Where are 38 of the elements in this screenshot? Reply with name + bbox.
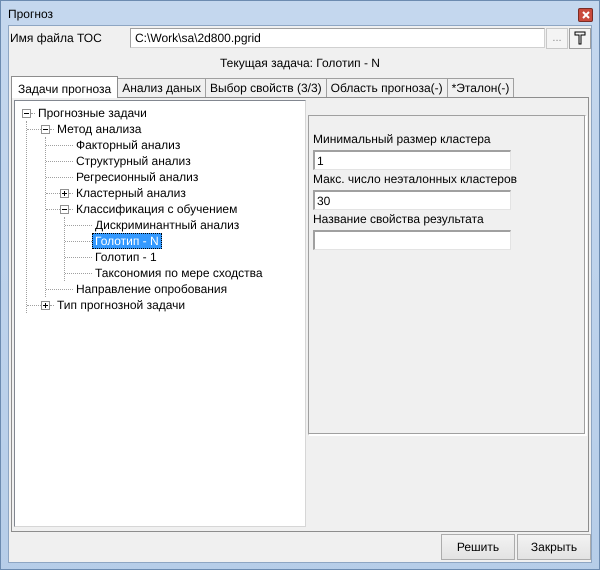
tab[interactable]: *Эталон(-) xyxy=(446,78,514,97)
field-label: Минимальный размер кластера xyxy=(313,132,492,146)
tree-item[interactable]: Направление опробования xyxy=(73,281,230,297)
pin-icon xyxy=(574,31,586,45)
expand-icon[interactable] xyxy=(60,188,69,198)
tree-item[interactable]: Факторный анализ xyxy=(73,137,184,153)
tree-item[interactable]: Прогнозные задачи xyxy=(35,105,150,121)
collapse-icon[interactable] xyxy=(41,124,50,134)
tree-item[interactable]: Метод анализа xyxy=(54,121,144,137)
close-button[interactable] xyxy=(578,8,593,22)
input-field[interactable]: 1 xyxy=(313,150,511,170)
input-field[interactable]: 30 xyxy=(313,190,511,210)
expand-icon[interactable] xyxy=(41,300,50,310)
tree-item[interactable]: Кластерный анализ xyxy=(73,185,189,201)
tab[interactable]: Область прогноза(-) xyxy=(326,78,448,97)
collapse-icon[interactable] xyxy=(60,204,69,214)
tree-item[interactable]: Классификация с обучением xyxy=(73,201,240,217)
tab[interactable]: Анализ даных xyxy=(117,78,206,97)
dialog-button[interactable]: Решить xyxy=(441,534,515,560)
field-label: Название свойства результата xyxy=(313,212,485,226)
tab[interactable]: Задачи прогноза xyxy=(11,76,118,98)
input-field[interactable] xyxy=(313,230,511,250)
dialog-button[interactable]: Закрыть xyxy=(517,534,591,560)
close-icon xyxy=(582,11,590,19)
pin-button[interactable] xyxy=(569,28,591,48)
window-title: Прогноз xyxy=(8,7,54,21)
tree-item[interactable]: Таксономия по мере сходства xyxy=(92,265,266,281)
current-task-label: Текущая задача: Голотип - N xyxy=(220,56,380,70)
field-label: Макс. число неэталонных кластеров xyxy=(313,172,518,186)
tree-item[interactable]: Регресионный анализ xyxy=(73,169,202,185)
tab[interactable]: Выбор свойств (3/3) xyxy=(204,78,327,97)
tree-item[interactable]: Структурный анализ xyxy=(73,153,194,169)
collapse-icon[interactable] xyxy=(22,108,31,118)
field-label: Имя файла ТОС xyxy=(9,31,103,45)
tree-item[interactable]: Голотип - 1 xyxy=(92,249,160,265)
file-path-field[interactable]: C:\Work\sa\2d800.pgrid xyxy=(130,28,545,48)
tree-item[interactable]: Дискриминантный анализ xyxy=(92,217,242,233)
tree-item[interactable]: Тип прогнозной задачи xyxy=(54,297,188,313)
